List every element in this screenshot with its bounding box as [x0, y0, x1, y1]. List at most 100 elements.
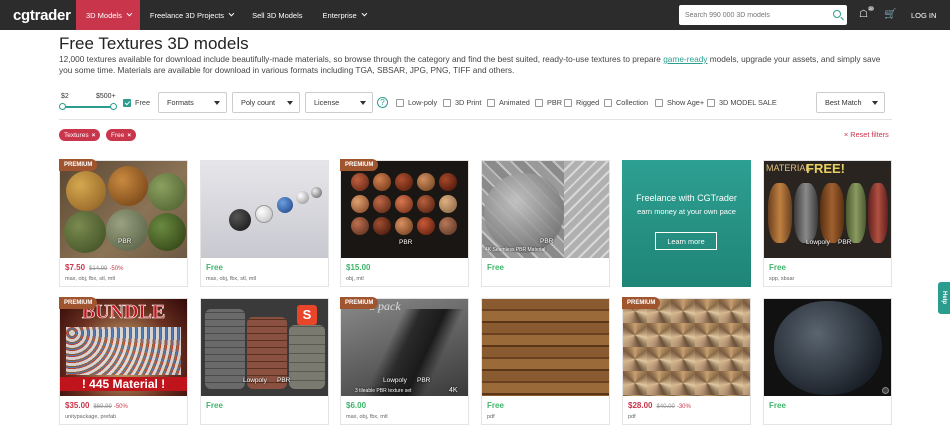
product-formats: pdf — [487, 414, 495, 420]
premium-badge: PREMIUM — [340, 159, 379, 171]
gift-icon[interactable]: ☖ — [859, 9, 868, 20]
game-ready-link[interactable]: game-ready — [663, 54, 707, 64]
product-card[interactable]: Free max, obj, fbx, stl, mtl — [200, 160, 329, 287]
nav-3d-models[interactable]: 3D Models — [76, 0, 140, 30]
3d-print-checkbox[interactable]: 3D Print — [443, 98, 481, 107]
chevron-down-icon — [287, 101, 293, 105]
product-formats: max, obj, fbx, mtl — [346, 414, 388, 420]
chevron-down-icon — [361, 10, 367, 17]
chevron-down-icon — [126, 10, 133, 17]
pbr-checkbox[interactable]: PBR — [535, 98, 562, 107]
reset-filters-link[interactable]: × Reset filters — [844, 130, 889, 139]
rigged-checkbox[interactable]: Rigged — [564, 98, 599, 107]
chevron-down-icon — [214, 101, 220, 105]
product-formats: obj, mtl — [346, 276, 364, 282]
product-thumbnail[interactable]: MATERIAL FREE! Lowpoly PBR — [764, 161, 891, 258]
animated-checkbox[interactable]: Animated — [487, 98, 530, 107]
product-price: $35.00 $69.99 -50% — [65, 401, 128, 410]
premium-badge: PREMIUM — [59, 159, 98, 171]
product-thumbnail[interactable]: BUNDLE ! 445 Material ! — [60, 299, 187, 396]
login-link[interactable]: LOG IN — [911, 11, 936, 20]
cart-icon[interactable]: 🛒 — [884, 9, 896, 20]
product-thumbnail[interactable] — [482, 299, 609, 396]
learn-more-button[interactable]: Learn more — [655, 232, 717, 250]
divider — [59, 119, 892, 120]
product-thumbnail[interactable] — [764, 299, 891, 396]
nav-enterprise[interactable]: Enterprise — [313, 0, 375, 30]
product-formats: unitypackage, prefab — [65, 414, 117, 420]
product-formats: max, obj, fbx, stl, mtl — [206, 276, 257, 282]
product-card[interactable]: PBR PREMIUM $7.50 $14.99 -50% max, obj, fb… — [59, 159, 188, 287]
product-formats: spp, sbsar — [769, 276, 795, 282]
product-card[interactable]: PBR 4K Seamless PBR Material Free — [481, 160, 610, 287]
product-price: Free — [487, 401, 504, 410]
price-min-handle[interactable] — [59, 103, 66, 110]
product-card[interactable]: BUNDLE ! 445 Material ! PREMIUM $35.00 $6… — [59, 297, 188, 425]
product-price: Free — [769, 401, 786, 410]
substance-logo: S — [297, 305, 317, 325]
product-card[interactable]: PBR PREMIUM $15.00 obj, mtl — [340, 159, 469, 287]
product-thumbnail[interactable]: d pack Lowpoly PBR 3 tileable PBR textur… — [341, 299, 468, 396]
product-formats: max, obj, fbx, stl, mtl — [65, 276, 116, 282]
product-thumbnail[interactable] — [201, 161, 328, 258]
product-price: $6.00 — [346, 401, 367, 410]
price-max: $500+ — [96, 93, 116, 100]
search-input[interactable] — [685, 11, 825, 19]
search-icon[interactable] — [833, 10, 841, 18]
3d-model-sale-checkbox[interactable]: 3D MODEL SALE — [707, 98, 777, 107]
low-poly-checkbox[interactable]: Low-poly — [396, 98, 437, 107]
ad-title: Freelance with CGTrader — [636, 193, 737, 203]
product-price: $7.50 $14.99 -50% — [65, 263, 124, 272]
product-card[interactable]: S Lowpoly PBR Free — [200, 298, 329, 425]
chevron-down-icon — [228, 10, 235, 17]
poly-count-dropdown[interactable]: Poly count — [232, 92, 300, 113]
product-price: Free — [487, 263, 504, 272]
checkbox-checked-icon — [123, 98, 131, 107]
product-card[interactable]: Free pdf — [481, 298, 610, 425]
sort-dropdown[interactable]: Best Match — [816, 92, 885, 113]
premium-badge: PREMIUM — [622, 297, 661, 309]
product-thumbnail[interactable]: S Lowpoly PBR — [201, 299, 328, 396]
chevron-down-icon — [872, 101, 878, 105]
product-price: Free — [769, 263, 786, 272]
product-card[interactable]: d pack Lowpoly PBR 3 tileable PBR textur… — [340, 297, 469, 425]
product-price: $28.00 $40.00 -30% — [628, 401, 691, 410]
product-price: Free — [206, 401, 223, 410]
formats-dropdown[interactable]: Formats — [158, 92, 227, 113]
product-thumbnail[interactable]: PBR — [60, 161, 187, 258]
close-icon[interactable]: × — [92, 132, 96, 139]
premium-badge: PREMIUM — [340, 297, 379, 309]
collection-checkbox[interactable]: Collection — [604, 98, 648, 107]
price-slider[interactable] — [61, 106, 115, 108]
freelance-ad-card[interactable]: Freelance with CGTrader earn money at yo… — [622, 160, 751, 287]
ad-subtitle: earn money at your own pace — [637, 207, 736, 216]
product-thumbnail[interactable] — [623, 299, 750, 396]
nav-sell[interactable]: Sell 3D Models — [242, 0, 312, 30]
product-card[interactable]: Free — [763, 298, 892, 425]
product-price: Free — [206, 263, 223, 272]
close-icon[interactable]: × — [127, 132, 131, 139]
product-price: $15.00 — [346, 263, 371, 272]
chevron-down-icon — [360, 101, 366, 105]
license-dropdown[interactable]: License — [305, 92, 373, 113]
search-bar — [679, 5, 847, 25]
show-age-checkbox[interactable]: Show Age+ — [655, 98, 704, 107]
product-formats: pdf — [628, 414, 636, 420]
help-icon[interactable]: ? — [377, 97, 388, 108]
page-title: Free Textures 3D models — [59, 34, 249, 53]
premium-badge: PREMIUM — [59, 297, 98, 309]
product-card[interactable]: MATERIAL FREE! Lowpoly PBR Free spp, sbs… — [763, 160, 892, 287]
filter-tag-textures[interactable]: Textures × — [59, 129, 101, 141]
product-card[interactable]: PREMIUM $28.00 $40.00 -30% pdf — [622, 297, 751, 425]
product-thumbnail[interactable]: PBR — [341, 161, 468, 258]
help-tab[interactable]: Help — [938, 282, 950, 314]
nav-freelance[interactable]: Freelance 3D Projects — [140, 0, 242, 30]
free-checkbox[interactable]: Free — [123, 98, 150, 107]
price-max-handle[interactable] — [110, 103, 117, 110]
chevron-down-icon[interactable] — [882, 387, 889, 394]
filter-bar: $2 $500+ Free Formats Poly count License… — [59, 90, 892, 114]
product-thumbnail[interactable]: PBR 4K Seamless PBR Material — [482, 161, 609, 258]
price-min: $2 — [61, 93, 69, 100]
logo[interactable]: cgtrader — [0, 7, 76, 24]
filter-tag-free[interactable]: Free × — [106, 129, 137, 141]
